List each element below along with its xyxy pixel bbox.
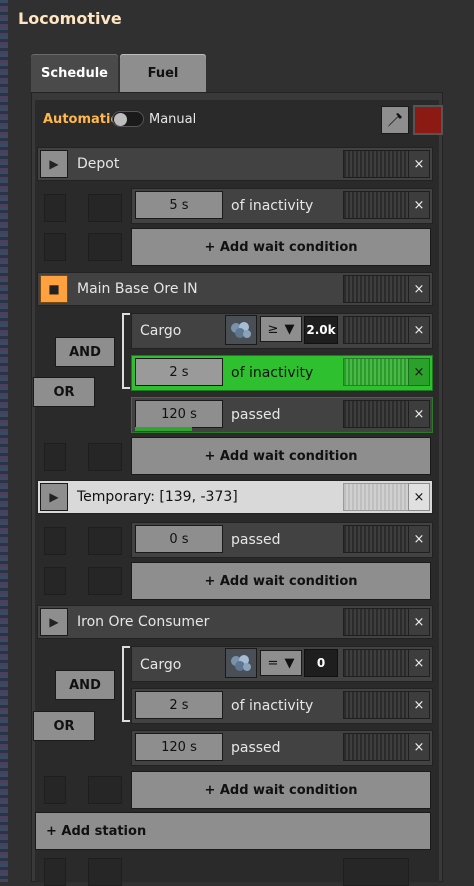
condition-label: passed [231, 407, 281, 423]
add-wait-condition-button[interactable]: + Add wait condition [131, 437, 431, 475]
item-slot[interactable] [225, 648, 257, 678]
remove-station-button[interactable]: × [408, 483, 430, 511]
color-picker-button[interactable] [381, 106, 409, 134]
drag-handle[interactable] [343, 733, 409, 761]
empty-slot [44, 194, 66, 222]
comparator-dropdown[interactable]: ≥ ▼ [260, 316, 302, 342]
station-play-button[interactable]: ▶ [40, 483, 68, 511]
station-play-button[interactable]: ▶ [40, 608, 68, 636]
manual-label: Manual [149, 112, 197, 127]
drag-handle[interactable] [343, 483, 409, 511]
add-station-button[interactable]: + Add station [35, 812, 431, 850]
drag-handle[interactable] [343, 358, 409, 386]
empty-slot [88, 567, 122, 595]
chevron-down-icon: ▼ [284, 321, 295, 337]
cargo-amount[interactable]: 2.0k [304, 316, 338, 344]
remove-condition-button[interactable]: × [408, 525, 430, 553]
empty-slot [44, 527, 66, 555]
comparator-value: = [267, 655, 279, 671]
condition-label: passed [231, 532, 281, 548]
train-color-swatch[interactable] [413, 105, 443, 135]
cargo-amount[interactable]: 0 [304, 649, 338, 677]
iron-ore-icon [231, 322, 251, 338]
condition-value-button[interactable]: 2 s [135, 358, 223, 386]
and-bracket [122, 313, 130, 389]
station-name: Main Base Ore IN [77, 281, 198, 297]
empty-slot [44, 443, 66, 471]
station-name: Iron Ore Consumer [77, 614, 210, 630]
empty-slot [88, 443, 122, 471]
add-wait-condition-button[interactable]: + Add wait condition [131, 562, 431, 600]
empty-slot [88, 194, 122, 222]
empty-slot [44, 567, 66, 595]
drag-handle[interactable] [343, 691, 409, 719]
condition-label: of inactivity [231, 198, 314, 214]
remove-condition-button[interactable]: × [408, 691, 430, 719]
cargo-label: Cargo [140, 323, 182, 339]
empty-slot [88, 527, 122, 555]
condition-value-button[interactable]: 5 s [135, 191, 223, 219]
remove-condition-button[interactable]: × [408, 358, 430, 386]
and-button[interactable]: AND [55, 337, 115, 367]
add-wait-condition-button[interactable]: + Add wait condition [131, 228, 431, 266]
drag-handle[interactable] [343, 316, 409, 344]
tab-schedule[interactable]: Schedule [31, 54, 118, 92]
station-name: Temporary: [139, -373] [77, 489, 238, 505]
and-bracket [122, 646, 130, 722]
drag-handle[interactable] [343, 275, 409, 303]
cargo-label: Cargo [140, 657, 182, 673]
remove-condition-button[interactable]: × [408, 191, 430, 219]
station-name: Depot [77, 156, 120, 172]
remove-station-button[interactable]: × [408, 150, 430, 178]
play-icon: ▶ [49, 157, 59, 171]
drag-handle[interactable] [343, 191, 409, 219]
or-button[interactable]: OR [33, 711, 95, 741]
automatic-label: Automatic [43, 112, 119, 127]
eyedropper-icon [388, 113, 402, 127]
station-play-button[interactable]: ▶ [40, 150, 68, 178]
condition-label: of inactivity [231, 365, 314, 381]
comparator-dropdown[interactable]: = ▼ [260, 650, 302, 676]
remove-condition-button[interactable]: × [408, 733, 430, 761]
empty-slot [44, 776, 66, 804]
play-icon: ▶ [49, 615, 59, 629]
comparator-value: ≥ [267, 321, 279, 337]
remove-station-button[interactable]: × [408, 275, 430, 303]
condition-progress [135, 427, 192, 431]
empty-slot [88, 776, 122, 804]
drag-handle[interactable] [343, 150, 409, 178]
condition-value-button[interactable]: 2 s [135, 691, 223, 719]
condition-value-button[interactable]: 120 s [135, 733, 223, 761]
drag-handle[interactable] [343, 525, 409, 553]
item-slot[interactable] [225, 315, 257, 345]
condition-value-button[interactable]: 120 s [135, 400, 223, 428]
remove-station-button[interactable]: × [408, 608, 430, 636]
add-wait-condition-button[interactable]: + Add wait condition [131, 771, 431, 809]
remove-condition-button[interactable]: × [408, 400, 430, 428]
iron-ore-icon [231, 655, 251, 671]
condition-label: of inactivity [231, 698, 314, 714]
background-strip [0, 0, 8, 882]
condition-value-button[interactable]: 0 s [135, 525, 223, 553]
play-icon: ▶ [49, 490, 59, 504]
remove-condition-button[interactable]: × [408, 316, 430, 344]
tab-fuel[interactable]: Fuel [120, 54, 206, 92]
drag-handle[interactable] [343, 400, 409, 428]
empty-slot [44, 233, 66, 261]
chevron-down-icon: ▼ [284, 655, 295, 671]
mode-toggle-knob [114, 113, 127, 126]
window-title: Locomotive [18, 9, 122, 28]
remove-condition-button[interactable]: × [408, 649, 430, 677]
condition-label: passed [231, 740, 281, 756]
drag-handle[interactable] [343, 649, 409, 677]
drag-handle[interactable] [343, 608, 409, 636]
station-active-button[interactable]: ■ [40, 275, 68, 303]
and-button[interactable]: AND [55, 670, 115, 700]
stop-icon: ■ [48, 282, 60, 296]
or-button[interactable]: OR [33, 377, 95, 407]
empty-slot [88, 233, 122, 261]
